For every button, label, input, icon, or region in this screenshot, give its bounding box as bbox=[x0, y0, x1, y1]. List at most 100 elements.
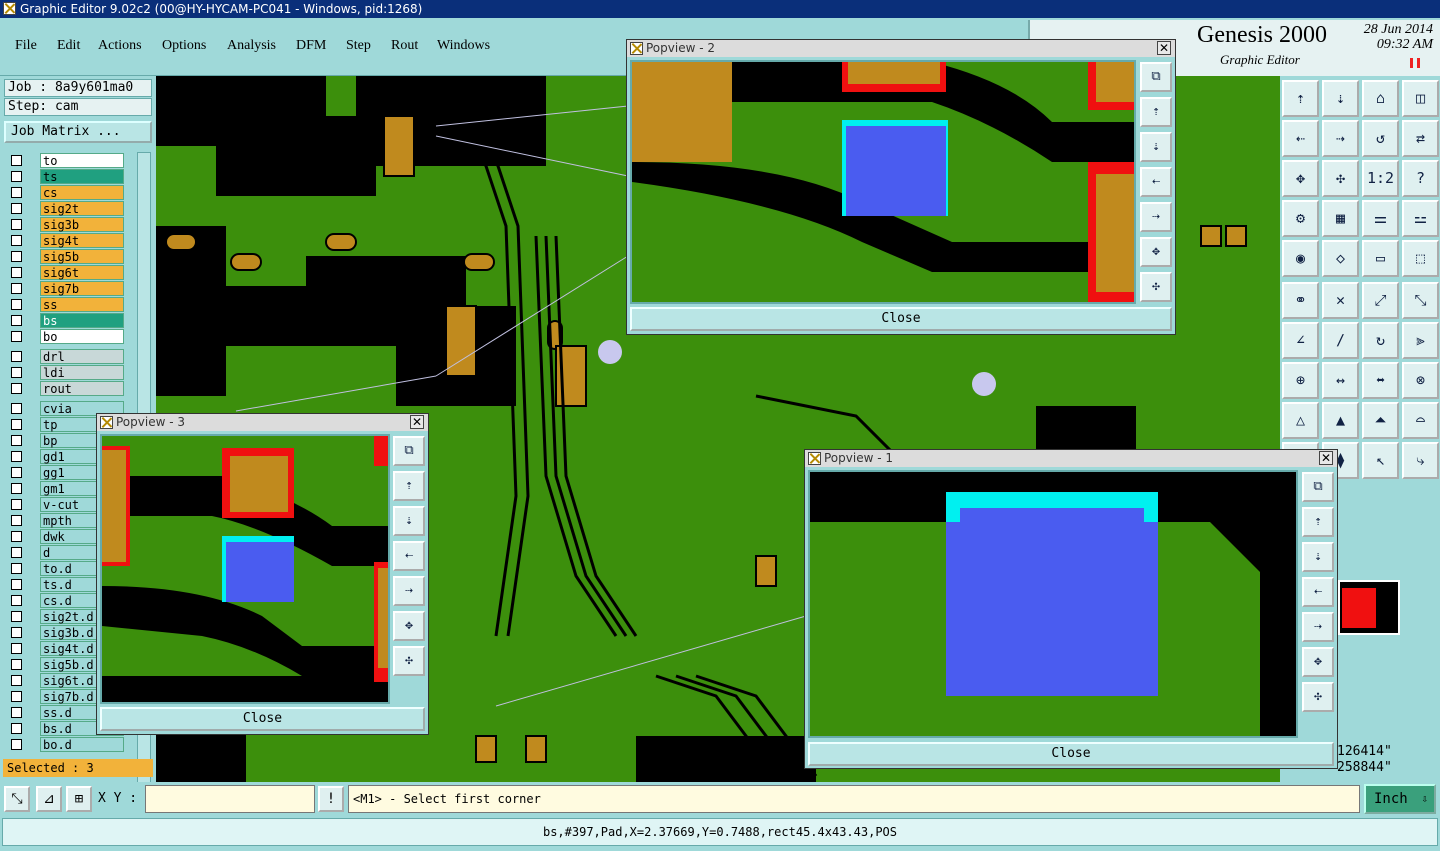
layer-checkbox[interactable] bbox=[11, 235, 22, 246]
popview-tool-button[interactable]: ⇢ bbox=[1302, 612, 1334, 642]
alert-icon[interactable]: ! bbox=[318, 786, 344, 812]
tool-button[interactable]: ⇄ bbox=[1402, 120, 1439, 157]
menu-dfm[interactable]: DFM bbox=[296, 38, 326, 54]
layer-checkbox[interactable] bbox=[11, 467, 22, 478]
tool-button[interactable]: ⇢ bbox=[1322, 120, 1359, 157]
layer-checkbox[interactable] bbox=[11, 367, 22, 378]
tool-button[interactable]: ⤷ bbox=[1402, 442, 1439, 479]
tool-button[interactable]: ⤡ bbox=[1402, 282, 1439, 319]
tool-button[interactable]: ⬚ bbox=[1402, 240, 1439, 277]
menu-actions[interactable]: Actions bbox=[98, 38, 142, 54]
popview-3-close-x[interactable]: ✕ bbox=[410, 415, 424, 429]
layer-row[interactable]: bo.d bbox=[4, 737, 126, 752]
tool-button[interactable]: ◉ bbox=[1282, 240, 1319, 277]
layer-checkbox[interactable] bbox=[11, 483, 22, 494]
layer-checkbox[interactable] bbox=[11, 203, 22, 214]
popview-tool-button[interactable]: ✣ bbox=[1140, 272, 1172, 302]
popview-2-close-x[interactable]: ✕ bbox=[1157, 41, 1171, 55]
layer-checkbox[interactable] bbox=[11, 627, 22, 638]
zoom-area-icon[interactable]: ⤡ bbox=[4, 786, 30, 812]
layer-checkbox[interactable] bbox=[11, 435, 22, 446]
tool-button[interactable]: ⊕ bbox=[1282, 362, 1319, 399]
layer-name[interactable]: sig7b bbox=[40, 281, 124, 296]
tool-button[interactable]: ⚙ bbox=[1282, 200, 1319, 237]
tool-button[interactable]: ↺ bbox=[1362, 120, 1399, 157]
layer-checkbox[interactable] bbox=[11, 595, 22, 606]
layer-row[interactable]: sig2t bbox=[4, 201, 126, 216]
layer-row[interactable]: rout bbox=[4, 381, 126, 396]
popview-tool-button[interactable]: ⇢ bbox=[1140, 202, 1172, 232]
tool-button[interactable]: ? bbox=[1402, 160, 1439, 197]
layer-checkbox[interactable] bbox=[11, 531, 22, 542]
layer-name[interactable]: to bbox=[40, 153, 124, 168]
layer-checkbox[interactable] bbox=[11, 547, 22, 558]
tool-button[interactable]: ▲ bbox=[1322, 402, 1359, 439]
tool-button[interactable]: ⇡ bbox=[1282, 80, 1319, 117]
menu-options[interactable]: Options bbox=[162, 38, 206, 54]
layer-checkbox[interactable] bbox=[11, 283, 22, 294]
popview-tool-button[interactable]: ⇣ bbox=[1140, 132, 1172, 162]
tool-button[interactable]: ⚍ bbox=[1402, 200, 1439, 237]
units-selector[interactable]: Inch ⇩ bbox=[1364, 784, 1436, 814]
layer-checkbox[interactable] bbox=[11, 643, 22, 654]
tool-button[interactable]: ✕ bbox=[1322, 282, 1359, 319]
tool-button[interactable]: △ bbox=[1282, 402, 1319, 439]
layer-checkbox[interactable] bbox=[11, 315, 22, 326]
popview-tool-button[interactable]: ⧉ bbox=[393, 436, 425, 466]
layer-row[interactable]: to bbox=[4, 153, 126, 168]
layer-checkbox[interactable] bbox=[11, 563, 22, 574]
tool-button[interactable]: ↔ bbox=[1322, 362, 1359, 399]
popview-tool-button[interactable]: ✥ bbox=[1302, 647, 1334, 677]
menu-windows[interactable]: Windows bbox=[437, 38, 490, 54]
tool-button[interactable]: ◇ bbox=[1322, 240, 1359, 277]
layer-row[interactable]: sig4t bbox=[4, 233, 126, 248]
layer-row[interactable]: sig7b bbox=[4, 281, 126, 296]
layer-name[interactable]: ts bbox=[40, 169, 124, 184]
popview-tool-button[interactable]: ✥ bbox=[1140, 237, 1172, 267]
tool-button[interactable]: ⚌ bbox=[1362, 200, 1399, 237]
tool-button[interactable]: ⇣ bbox=[1322, 80, 1359, 117]
popview-tool-button[interactable]: ⇣ bbox=[393, 506, 425, 536]
layer-row[interactable]: ss bbox=[4, 297, 126, 312]
layer-checkbox[interactable] bbox=[11, 675, 22, 686]
popview-tool-button[interactable]: ⇠ bbox=[393, 541, 425, 571]
grid-icon[interactable]: ⊞ bbox=[66, 786, 92, 812]
layer-name[interactable]: bo bbox=[40, 329, 124, 344]
layer-name[interactable]: sig4t bbox=[40, 233, 124, 248]
layer-checkbox[interactable] bbox=[11, 419, 22, 430]
menu-file[interactable]: File bbox=[15, 38, 37, 54]
popview-3-canvas[interactable] bbox=[100, 434, 390, 704]
tool-button[interactable]: ∕ bbox=[1322, 322, 1359, 359]
layer-checkbox[interactable] bbox=[11, 331, 22, 342]
layer-checkbox[interactable] bbox=[11, 171, 22, 182]
popview-tool-button[interactable]: ⇡ bbox=[393, 471, 425, 501]
tool-button[interactable]: ∠ bbox=[1282, 322, 1319, 359]
popview-2-close-button[interactable]: Close bbox=[630, 307, 1172, 331]
tool-button[interactable]: ◫ bbox=[1402, 80, 1439, 117]
tool-button[interactable]: ⤢ bbox=[1362, 282, 1399, 319]
menu-analysis[interactable]: Analysis bbox=[227, 38, 276, 54]
popview-tool-button[interactable]: ⇢ bbox=[393, 576, 425, 606]
layer-checkbox[interactable] bbox=[11, 251, 22, 262]
layer-name[interactable]: ldi bbox=[40, 365, 124, 380]
layer-name[interactable]: rout bbox=[40, 381, 124, 396]
popview-tool-button[interactable]: ⇠ bbox=[1140, 167, 1172, 197]
popview-tool-button[interactable]: ⇡ bbox=[1302, 507, 1334, 537]
layer-checkbox[interactable] bbox=[11, 499, 22, 510]
layer-checkbox[interactable] bbox=[11, 267, 22, 278]
layer-checkbox[interactable] bbox=[11, 451, 22, 462]
tool-button[interactable]: ✣ bbox=[1322, 160, 1359, 197]
popview-1-canvas[interactable] bbox=[808, 470, 1298, 738]
layer-row[interactable]: ldi bbox=[4, 365, 126, 380]
layer-row[interactable]: bs bbox=[4, 313, 126, 328]
tool-button[interactable]: ⊗ bbox=[1402, 362, 1439, 399]
tool-button[interactable]: ✥ bbox=[1282, 160, 1319, 197]
popview-1-close-x[interactable]: ✕ bbox=[1319, 451, 1333, 465]
measure-icon[interactable]: ⊿ bbox=[36, 786, 62, 812]
layer-checkbox[interactable] bbox=[11, 515, 22, 526]
layer-checkbox[interactable] bbox=[11, 155, 22, 166]
layer-checkbox[interactable] bbox=[11, 187, 22, 198]
popview-tool-button[interactable]: ⧉ bbox=[1302, 472, 1334, 502]
popview-tool-button[interactable]: ⧉ bbox=[1140, 62, 1172, 92]
layer-checkbox[interactable] bbox=[11, 351, 22, 362]
